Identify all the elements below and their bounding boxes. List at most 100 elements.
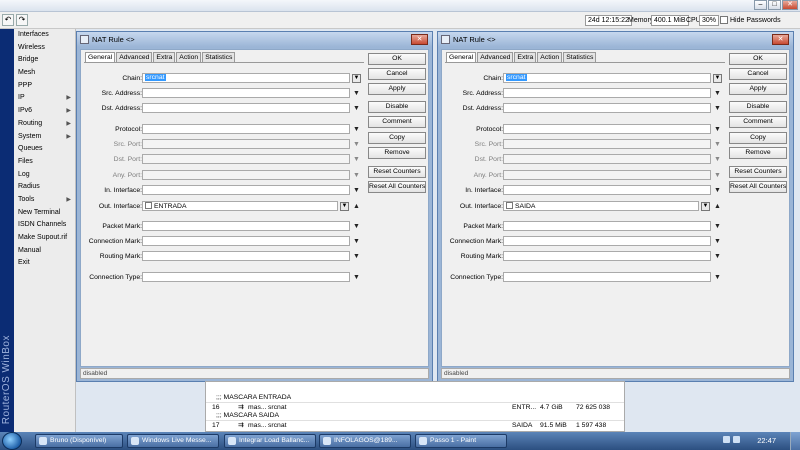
chevron-down-icon[interactable]: ▼ bbox=[352, 89, 361, 98]
chevron-down-icon[interactable]: ▼ bbox=[713, 237, 722, 246]
sidebar-item-wireless[interactable]: Wireless bbox=[14, 42, 75, 55]
chevron-down-icon[interactable]: ▼ bbox=[352, 155, 361, 164]
sidebar-item-new-terminal[interactable]: New Terminal bbox=[14, 207, 75, 220]
disable-button[interactable]: Disable bbox=[368, 101, 426, 113]
sidebar-item-system[interactable]: System ▶ bbox=[14, 131, 75, 144]
chevron-down-icon[interactable]: ▼ bbox=[352, 140, 361, 149]
chevron-down-icon[interactable]: ▼ bbox=[352, 74, 361, 83]
sidebar-item-isdn-channels[interactable]: ISDN Channels bbox=[14, 219, 75, 232]
chevron-down-icon[interactable]: ▼ bbox=[701, 202, 710, 211]
taskbar-item-3[interactable]: INFOLAGOS@189... bbox=[319, 434, 411, 448]
sidebar-item-files[interactable]: Files bbox=[14, 156, 75, 169]
in-interface-field[interactable] bbox=[503, 185, 711, 195]
any-port-field[interactable] bbox=[142, 170, 350, 180]
tab-action[interactable]: Action bbox=[176, 52, 202, 62]
chevron-down-icon[interactable]: ▼ bbox=[713, 140, 722, 149]
maximize-icon[interactable]: □ bbox=[768, 0, 781, 10]
chevron-up-icon[interactable]: ▲ bbox=[713, 202, 722, 211]
chevron-down-icon[interactable]: ▼ bbox=[713, 125, 722, 134]
chain-field[interactable]: srcnat bbox=[503, 73, 711, 83]
remove-button[interactable]: Remove bbox=[729, 147, 787, 159]
protocol-field[interactable] bbox=[503, 124, 711, 134]
dst-port-field[interactable] bbox=[503, 154, 711, 164]
tray-volume-icon[interactable] bbox=[733, 436, 740, 443]
taskbar-item-0[interactable]: Bruno (Disponível) bbox=[35, 434, 123, 448]
reset-counters-button[interactable]: Reset Counters bbox=[368, 166, 426, 178]
ok-button[interactable]: OK bbox=[368, 53, 426, 65]
table-comment-row[interactable]: ;;; MASCARA ENTRADA bbox=[206, 393, 624, 402]
sidebar-item-log[interactable]: Log bbox=[14, 169, 75, 182]
sidebar-item-mesh[interactable]: Mesh bbox=[14, 67, 75, 80]
taskbar-item-1[interactable]: Windows Live Messe... bbox=[127, 434, 219, 448]
dst-port-field[interactable] bbox=[142, 154, 350, 164]
comment-button[interactable]: Comment bbox=[729, 116, 787, 128]
comment-button[interactable]: Comment bbox=[368, 116, 426, 128]
chevron-down-icon[interactable]: ▼ bbox=[352, 125, 361, 134]
connection-type-field[interactable] bbox=[503, 272, 711, 282]
undo-icon[interactable]: ↶ bbox=[2, 14, 14, 26]
chevron-down-icon[interactable]: ▼ bbox=[713, 186, 722, 195]
dialog-titlebar[interactable]: NAT Rule <> ✕ bbox=[77, 32, 432, 47]
apply-button[interactable]: Apply bbox=[368, 83, 426, 95]
tray-network-icon[interactable] bbox=[723, 436, 730, 443]
sidebar-item-ppp[interactable]: PPP bbox=[14, 80, 75, 93]
sidebar-item-interfaces[interactable]: Interfaces bbox=[14, 29, 75, 42]
chevron-up-icon[interactable]: ▲ bbox=[352, 202, 361, 211]
connection-type-field[interactable] bbox=[142, 272, 350, 282]
sidebar-item-ipv6[interactable]: IPv6 ▶ bbox=[14, 105, 75, 118]
redo-icon[interactable]: ↷ bbox=[16, 14, 28, 26]
src-address-field[interactable] bbox=[503, 88, 711, 98]
close-icon[interactable]: ✕ bbox=[772, 34, 789, 45]
start-button[interactable] bbox=[2, 432, 22, 450]
sidebar-item-radius[interactable]: Radius bbox=[14, 181, 75, 194]
reset-all-counters-button[interactable]: Reset All Counters bbox=[729, 181, 787, 193]
tab-advanced[interactable]: Advanced bbox=[477, 52, 514, 62]
cancel-button[interactable]: Cancel bbox=[368, 68, 426, 80]
remove-button[interactable]: Remove bbox=[368, 147, 426, 159]
chevron-down-icon[interactable]: ▼ bbox=[352, 186, 361, 195]
ok-button[interactable]: OK bbox=[729, 53, 787, 65]
sidebar-item-queues[interactable]: Queues bbox=[14, 143, 75, 156]
chevron-down-icon[interactable]: ▼ bbox=[713, 171, 722, 180]
chevron-down-icon[interactable]: ▼ bbox=[352, 252, 361, 261]
disable-button[interactable]: Disable bbox=[729, 101, 787, 113]
tab-statistics[interactable]: Statistics bbox=[563, 52, 597, 62]
tab-extra[interactable]: Extra bbox=[514, 52, 537, 62]
taskbar-item-4[interactable]: Passo 1 - Paint bbox=[415, 434, 507, 448]
out-interface-field[interactable]: SAIDA bbox=[503, 201, 699, 211]
dst-address-field[interactable] bbox=[142, 103, 350, 113]
close-icon[interactable]: ✕ bbox=[411, 34, 428, 45]
chevron-down-icon[interactable]: ▼ bbox=[713, 155, 722, 164]
sidebar-item-make-supout-rif[interactable]: Make Supout.rif bbox=[14, 232, 75, 245]
routing-mark-field[interactable] bbox=[503, 251, 711, 261]
tab-statistics[interactable]: Statistics bbox=[202, 52, 236, 62]
copy-button[interactable]: Copy bbox=[729, 132, 787, 144]
chevron-down-icon[interactable]: ▼ bbox=[340, 202, 349, 211]
in-interface-field[interactable] bbox=[142, 185, 350, 195]
chain-field[interactable]: srcnat bbox=[142, 73, 350, 83]
sidebar-item-tools[interactable]: Tools ▶ bbox=[14, 194, 75, 207]
copy-button[interactable]: Copy bbox=[368, 132, 426, 144]
cancel-button[interactable]: Cancel bbox=[729, 68, 787, 80]
hide-passwords-checkbox[interactable] bbox=[720, 16, 728, 24]
sidebar-item-exit[interactable]: Exit bbox=[14, 257, 75, 270]
packet-mark-field[interactable] bbox=[142, 221, 350, 231]
tab-advanced[interactable]: Advanced bbox=[116, 52, 153, 62]
tab-action[interactable]: Action bbox=[537, 52, 563, 62]
table-row[interactable]: 17 ⇉ mas... srcnat SAIDA 91.5 MiB 1 597 438 bbox=[206, 420, 624, 429]
minimize-icon[interactable]: – bbox=[754, 0, 767, 10]
chevron-down-icon[interactable]: ▼ bbox=[352, 273, 361, 282]
chevron-down-icon[interactable]: ▼ bbox=[713, 273, 722, 282]
chevron-down-icon[interactable]: ▼ bbox=[713, 89, 722, 98]
negate-checkbox[interactable] bbox=[506, 202, 513, 209]
show-desktop-button[interactable] bbox=[790, 432, 800, 450]
chevron-down-icon[interactable]: ▼ bbox=[713, 74, 722, 83]
dst-address-field[interactable] bbox=[503, 103, 711, 113]
taskbar-item-2[interactable]: Integrar Load Ballanc... bbox=[224, 434, 316, 448]
negate-checkbox[interactable] bbox=[145, 202, 152, 209]
sidebar-item-bridge[interactable]: Bridge bbox=[14, 54, 75, 67]
close-icon[interactable]: ✕ bbox=[782, 0, 798, 10]
any-port-field[interactable] bbox=[503, 170, 711, 180]
sidebar-item-manual[interactable]: Manual bbox=[14, 245, 75, 258]
chevron-down-icon[interactable]: ▼ bbox=[352, 222, 361, 231]
